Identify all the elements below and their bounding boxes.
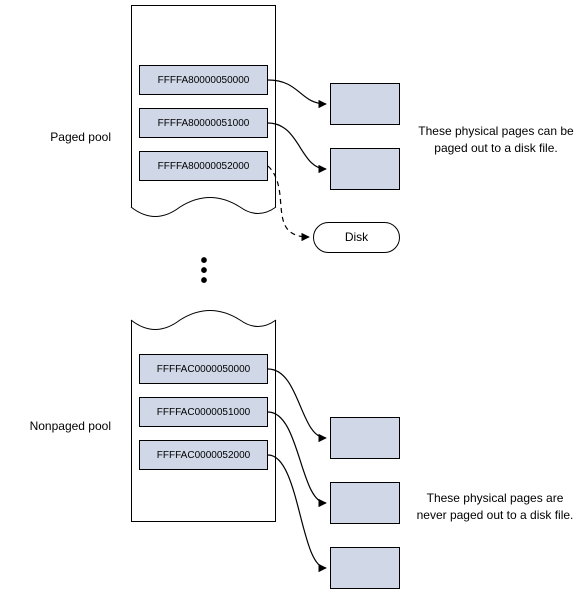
disk-node: Disk — [313, 222, 400, 253]
paged-page-1: FFFFA80000051000 — [139, 108, 268, 138]
nonpaged-page-0: FFFFAC0000050000 — [139, 354, 268, 384]
memory-pool-diagram: Paged pool FFFFA80000050000 FFFFA8000005… — [0, 0, 586, 594]
nonpaged-physical-page-2 — [330, 547, 400, 589]
paged-physical-page-1 — [330, 148, 400, 190]
nonpaged-pool-label: Nonpaged pool — [5, 419, 111, 433]
paged-page-2: FFFFA80000052000 — [139, 151, 268, 181]
continuation-dots: ••• — [190, 256, 220, 286]
nonpaged-physical-page-0 — [330, 417, 400, 459]
paged-physical-page-0 — [330, 83, 400, 125]
nonpaged-page-1: FFFFAC0000051000 — [139, 397, 268, 427]
nonpaged-page-2: FFFFAC0000052000 — [139, 440, 268, 470]
paged-page-0: FFFFA80000050000 — [139, 65, 268, 95]
paged-pool-caption: These physical pages can bepaged out to … — [410, 123, 582, 157]
nonpaged-pool-caption: These physical pages arenever paged out … — [405, 490, 585, 524]
nonpaged-physical-page-1 — [330, 482, 400, 524]
paged-pool-label: Paged pool — [5, 130, 111, 144]
